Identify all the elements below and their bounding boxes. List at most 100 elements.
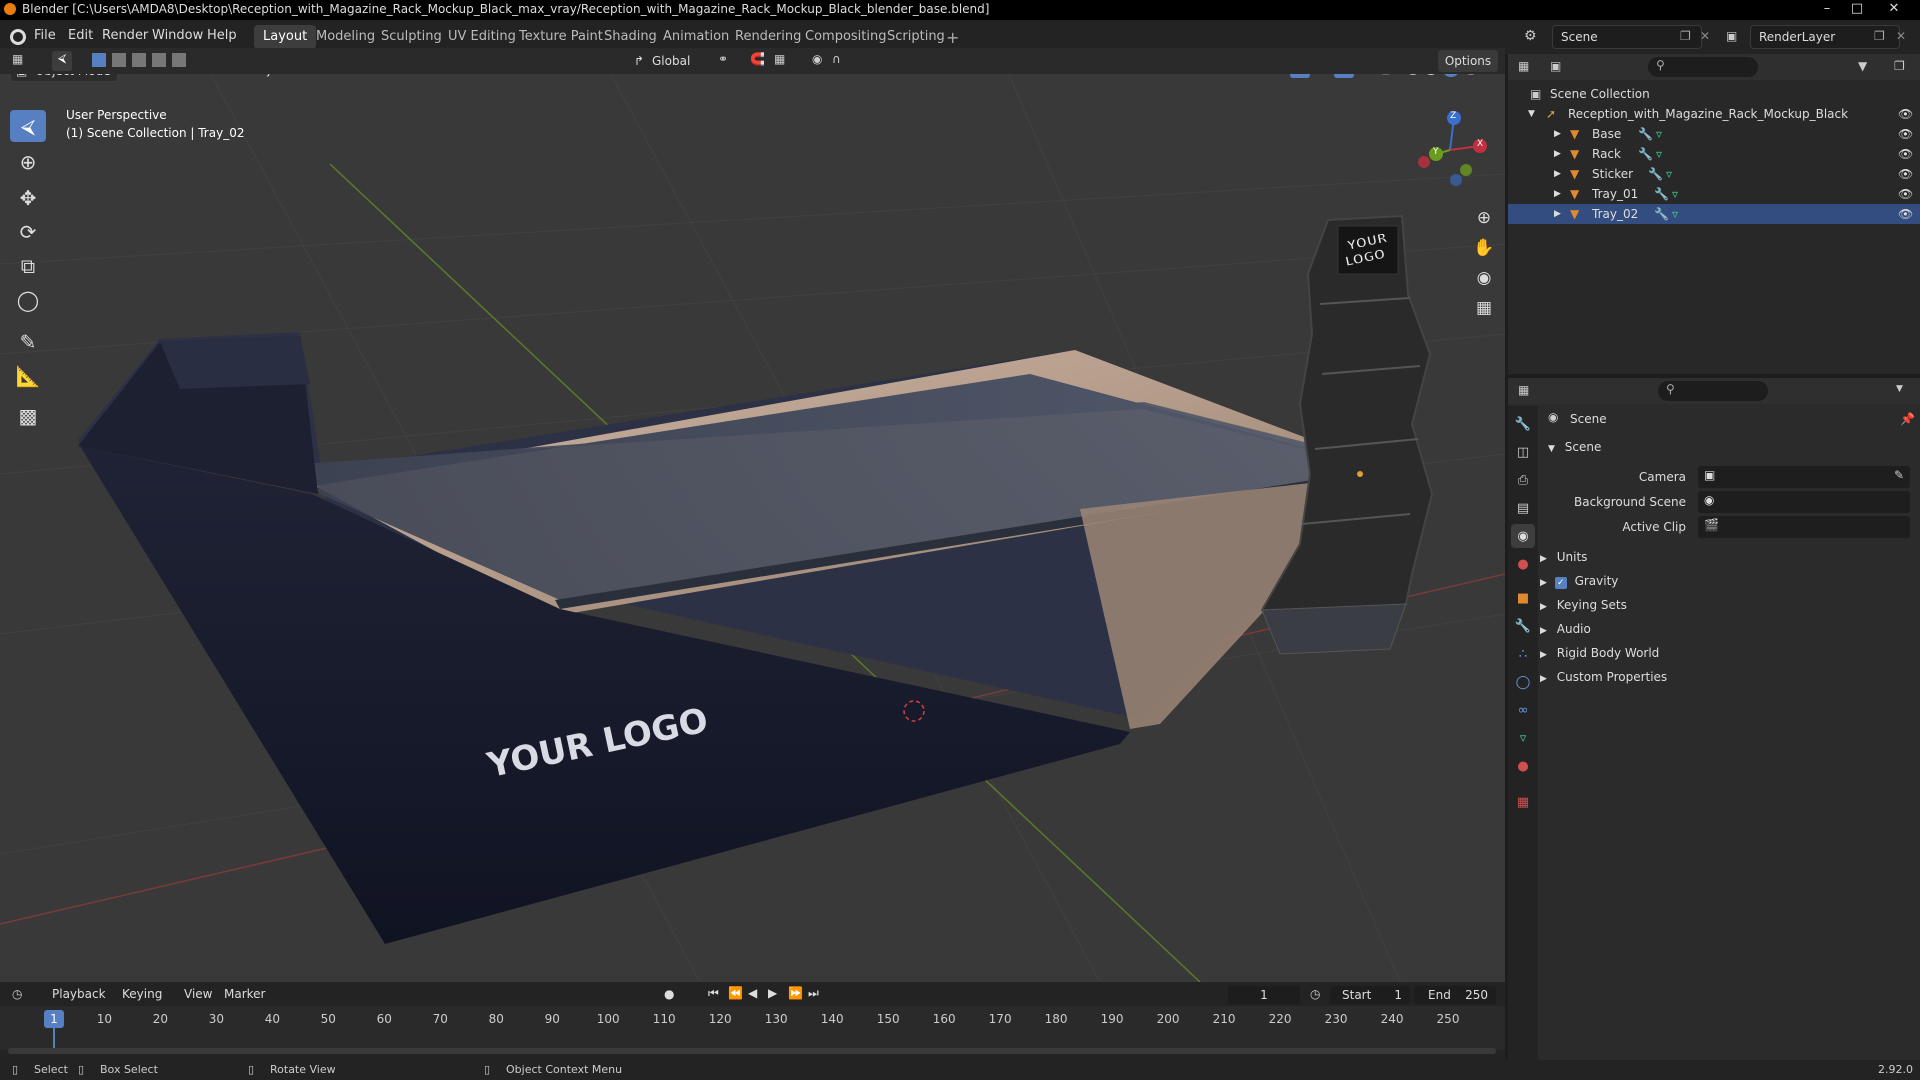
expand-down-icon[interactable]: ▼ bbox=[1528, 104, 1535, 124]
select-box-tool-icon[interactable]: ⮘ bbox=[10, 110, 46, 142]
close-icon[interactable]: ✕ bbox=[1874, 0, 1914, 20]
snap-target-icon[interactable]: ▦ bbox=[774, 52, 785, 66]
background-scene-field[interactable]: ◉ bbox=[1698, 491, 1910, 513]
physics-tab-icon[interactable]: ◯ bbox=[1511, 670, 1535, 694]
scene-panel-header[interactable]: ▼ Scene bbox=[1548, 436, 1601, 458]
reception-desk[interactable]: YOUR LOGO bbox=[78, 332, 1400, 944]
outliner-editor-icon[interactable]: ▦ bbox=[1518, 59, 1529, 73]
expand-right-icon[interactable]: ▶ bbox=[1554, 164, 1561, 184]
start-frame-field[interactable]: Start 1 bbox=[1330, 986, 1410, 1004]
scene-tab-icon[interactable]: ◉ bbox=[1511, 524, 1535, 548]
texture-tab-icon[interactable]: ▦ bbox=[1511, 790, 1535, 814]
next-keyframe-icon[interactable]: ⏩ bbox=[788, 986, 803, 1000]
annotate-tool-icon[interactable]: ✎ bbox=[10, 326, 46, 358]
timeline-menu-view[interactable]: View bbox=[184, 987, 212, 1001]
scale-tool-icon[interactable]: ⧉ bbox=[10, 250, 46, 282]
output-tab-icon[interactable]: ⎙ bbox=[1511, 468, 1535, 492]
camera-field[interactable]: ▣ ✎ bbox=[1698, 466, 1910, 488]
modifier-tab-icon[interactable]: 🔧 bbox=[1511, 614, 1535, 638]
gravity-panel-header[interactable]: ▶ ✓ Gravity bbox=[1540, 570, 1910, 592]
delete-layer-icon[interactable]: ✕ bbox=[1896, 29, 1906, 43]
pivot-point-icon[interactable]: ⚭ bbox=[718, 52, 728, 66]
perspective-grid-icon[interactable]: ▦ bbox=[1470, 294, 1498, 322]
play-reverse-icon[interactable]: ◀ bbox=[748, 986, 757, 1000]
outliner-item-rack[interactable]: ▶ ▼ Rack 🔧 ▿ 👁 bbox=[1508, 144, 1920, 164]
camera-view-icon[interactable]: ◉ bbox=[1470, 264, 1498, 292]
add-workspace-icon[interactable]: + bbox=[946, 28, 959, 47]
delete-scene-icon[interactable]: ✕ bbox=[1700, 29, 1710, 43]
eye-icon[interactable]: 👁 bbox=[1898, 144, 1913, 164]
particles-tab-icon[interactable]: ∴ bbox=[1511, 642, 1535, 666]
world-tab-icon[interactable]: ● bbox=[1511, 552, 1535, 576]
3d-viewport[interactable]: YOUR LOGO YOUR LOGO ▣ Object Mode ▼ View… bbox=[0, 54, 1505, 982]
new-collection-icon[interactable]: ❐ bbox=[1894, 59, 1905, 73]
add-cube-tool-icon[interactable]: ▩ bbox=[10, 400, 46, 432]
menu-edit[interactable]: Edit bbox=[68, 28, 93, 43]
eye-icon[interactable]: 👁 bbox=[1898, 124, 1913, 144]
display-mode-icon[interactable]: ▣ bbox=[1550, 59, 1561, 73]
object-tab-icon[interactable]: ■ bbox=[1511, 586, 1535, 610]
new-layer-icon[interactable]: ❐ bbox=[1874, 29, 1885, 43]
custom-properties-panel-header[interactable]: ▶ Custom Properties bbox=[1540, 666, 1910, 688]
measure-tool-icon[interactable]: 📐 bbox=[10, 360, 46, 392]
outliner-scene-collection[interactable]: ▣ Scene Collection bbox=[1508, 84, 1920, 104]
audio-panel-header[interactable]: ▶ Audio bbox=[1540, 618, 1910, 640]
menu-help[interactable]: Help bbox=[207, 28, 237, 43]
new-scene-icon[interactable]: ❐ bbox=[1680, 29, 1691, 43]
jump-start-icon[interactable]: ⏮ bbox=[708, 986, 719, 1001]
scene-selector-icon[interactable]: ⚙ bbox=[1524, 28, 1537, 44]
proportional-edit-icon[interactable]: ◉ bbox=[812, 52, 822, 66]
timeline-menu-playback[interactable]: Playback bbox=[52, 987, 106, 1001]
timeline-editor-icon[interactable]: ◷ bbox=[12, 987, 22, 1001]
eye-icon[interactable]: 👁 bbox=[1898, 104, 1913, 124]
select-new-icon[interactable] bbox=[92, 53, 106, 67]
outliner-search-input[interactable]: ⚲ bbox=[1648, 57, 1758, 77]
zoom-icon[interactable]: ⊕ bbox=[1470, 204, 1498, 232]
select-subtract-icon[interactable] bbox=[132, 53, 146, 67]
data-tab-icon[interactable]: ▿ bbox=[1511, 726, 1535, 750]
tool-tab-icon[interactable]: 🔧 bbox=[1511, 412, 1535, 436]
outliner-item-tray-02[interactable]: ▶ ▼ Tray_02 🔧 ▿ 👁 bbox=[1508, 204, 1920, 224]
eye-icon[interactable]: 👁 bbox=[1898, 164, 1913, 184]
tab-scripting[interactable]: Scripting bbox=[878, 25, 954, 49]
jump-end-icon[interactable]: ⏭ bbox=[808, 986, 819, 1001]
expand-right-icon[interactable]: ▶ bbox=[1554, 184, 1561, 204]
pan-hand-icon[interactable]: ✋ bbox=[1470, 234, 1498, 262]
outliner-item-base[interactable]: ▶ ▼ Base 🔧 ▿ 👁 bbox=[1508, 124, 1920, 144]
gravity-checkbox[interactable]: ✓ bbox=[1554, 577, 1567, 589]
outliner-collection-row[interactable]: ▼ ➚ Reception_with_Magazine_Rack_Mockup_… bbox=[1508, 104, 1920, 124]
expand-right-icon[interactable]: ▶ bbox=[1554, 144, 1561, 164]
eyedropper-icon[interactable]: ✎ bbox=[1894, 468, 1904, 482]
record-icon[interactable]: ● bbox=[664, 987, 674, 1001]
render-layer-icon[interactable]: ▣ bbox=[1726, 29, 1737, 43]
keying-sets-panel-header[interactable]: ▶ Keying Sets bbox=[1540, 594, 1910, 616]
expand-right-icon[interactable]: ▶ bbox=[1554, 124, 1561, 144]
blender-menu-icon[interactable] bbox=[10, 29, 26, 45]
timeline-menu-keying[interactable]: Keying bbox=[122, 987, 162, 1001]
cursor-tool-icon[interactable]: ⊕ bbox=[10, 146, 46, 178]
transform-tool-icon[interactable]: ◯ bbox=[10, 284, 46, 316]
minimize-icon[interactable]: – bbox=[1812, 0, 1842, 20]
clock-icon[interactable]: ◷ bbox=[1310, 987, 1320, 1001]
menu-render[interactable]: Render bbox=[102, 28, 148, 43]
snap-icon[interactable]: 🧲 bbox=[750, 52, 765, 66]
transform-orientation-dropdown[interactable]: ↱ Global bbox=[628, 50, 706, 72]
end-frame-field[interactable]: End 250 bbox=[1414, 986, 1496, 1004]
outliner-item-tray-01[interactable]: ▶ ▼ Tray_01 🔧 ▿ 👁 bbox=[1508, 184, 1920, 204]
view-layer-tab-icon[interactable]: ▤ bbox=[1511, 496, 1535, 520]
properties-search-input[interactable]: ⚲ bbox=[1658, 381, 1768, 401]
menu-window[interactable]: Window bbox=[152, 28, 203, 43]
current-frame-field[interactable]: 1 bbox=[1228, 986, 1300, 1004]
options-dropdown[interactable]: Options bbox=[1438, 50, 1498, 72]
select-intersect-icon[interactable] bbox=[172, 53, 186, 67]
falloff-icon[interactable]: ∩ bbox=[832, 52, 841, 66]
timeline-menu-marker[interactable]: Marker bbox=[224, 987, 265, 1001]
rotate-tool-icon[interactable]: ⟳ bbox=[10, 216, 46, 248]
units-panel-header[interactable]: ▶ Units bbox=[1540, 546, 1910, 568]
menu-file[interactable]: File bbox=[34, 28, 56, 43]
rigid-body-world-panel-header[interactable]: ▶ Rigid Body World bbox=[1540, 642, 1910, 664]
properties-editor-icon[interactable]: ▦ bbox=[1518, 383, 1529, 397]
move-tool-icon[interactable]: ✥ bbox=[10, 182, 46, 214]
active-clip-field[interactable]: 🎬 bbox=[1698, 516, 1910, 538]
chevron-down-icon[interactable]: ▼ bbox=[1896, 384, 1903, 394]
